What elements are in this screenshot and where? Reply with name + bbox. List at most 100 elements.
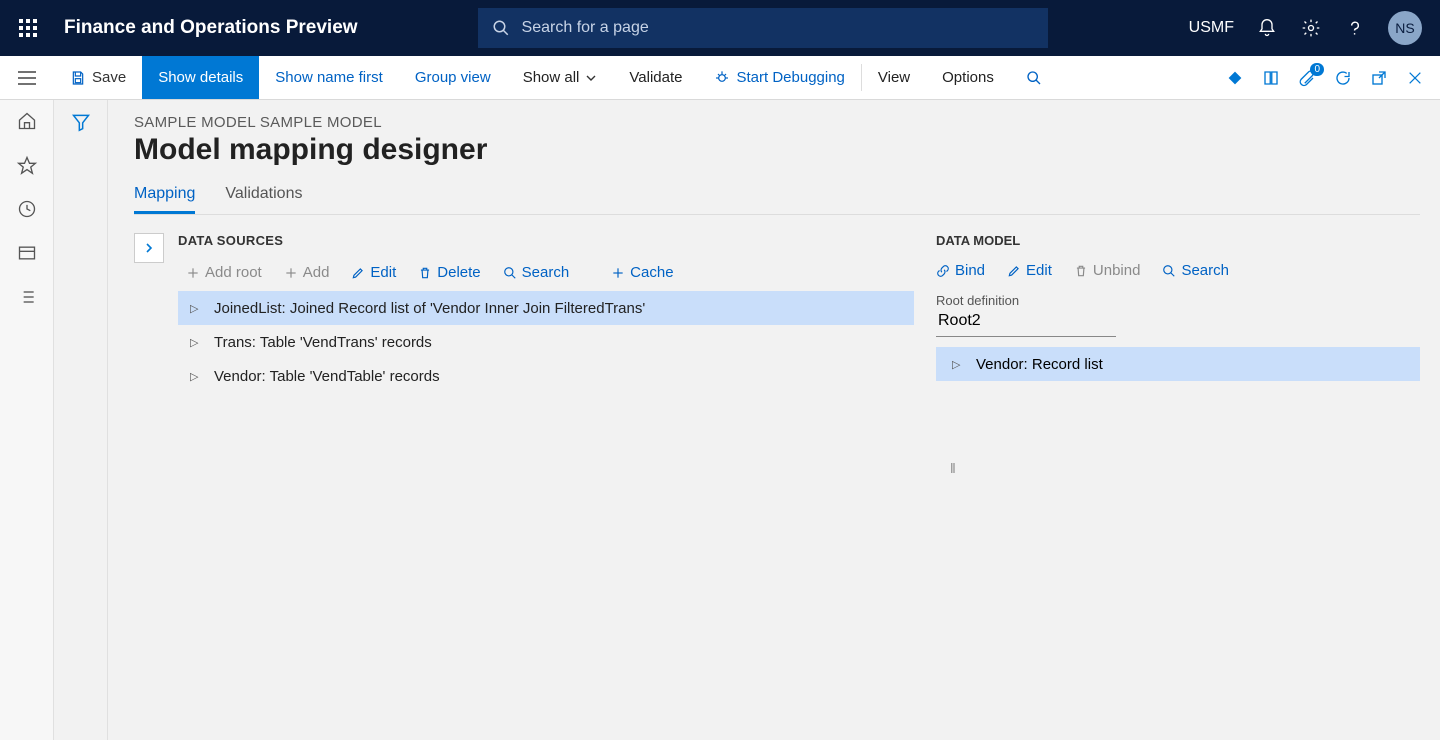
- app-launcher-button[interactable]: [8, 8, 48, 48]
- close-button[interactable]: [1404, 67, 1426, 89]
- help-button[interactable]: [1344, 17, 1366, 39]
- debug-icon: [714, 70, 730, 86]
- dm-search-button[interactable]: Search: [1162, 262, 1229, 279]
- popout-icon: [1370, 69, 1388, 87]
- personalize-button[interactable]: [1224, 67, 1246, 89]
- link-icon: [936, 264, 950, 278]
- tree-row-label: JoinedList: Joined Record list of 'Vendo…: [214, 300, 645, 317]
- tab-mapping[interactable]: Mapping: [134, 185, 195, 214]
- page-options-button[interactable]: [1260, 67, 1282, 89]
- hamburger-icon: [18, 71, 36, 85]
- legal-entity-picker[interactable]: USMF: [1189, 19, 1234, 37]
- show-details-button[interactable]: Show details: [142, 56, 259, 99]
- datasources-toolbar: Add root Add Edit: [178, 258, 914, 291]
- group-view-button[interactable]: Group view: [399, 56, 507, 99]
- trash-icon: [1074, 264, 1088, 278]
- root-definition-value[interactable]: Root2: [936, 308, 1116, 337]
- notifications-button[interactable]: [1256, 17, 1278, 39]
- bind-label: Bind: [955, 262, 985, 279]
- gear-icon: [1301, 18, 1321, 38]
- datamodel-title: DATA MODEL: [936, 233, 1420, 248]
- refresh-icon: [1334, 69, 1352, 87]
- action-pane: Save Show details Show name first Group …: [0, 56, 1440, 100]
- close-icon: [1407, 70, 1423, 86]
- diamond-icon: [1226, 69, 1244, 87]
- root-definition-label: Root definition: [936, 293, 1420, 308]
- nav-toggle-button[interactable]: [0, 56, 54, 99]
- nav-workspaces[interactable]: [16, 242, 38, 264]
- nav-modules[interactable]: [16, 286, 38, 308]
- filter-icon: [71, 112, 91, 132]
- plus-icon: [284, 266, 298, 280]
- save-button[interactable]: Save: [54, 56, 142, 99]
- tab-validations[interactable]: Validations: [225, 185, 302, 214]
- datamodel-panel: DATA MODEL Bind Edit Unbind: [936, 233, 1420, 739]
- tree-row-label: Vendor: Table 'VendTable' records: [214, 368, 440, 385]
- nav-recent[interactable]: [16, 198, 38, 220]
- search-button[interactable]: Search: [503, 264, 570, 281]
- search-icon: [503, 266, 517, 280]
- nav-home[interactable]: [16, 110, 38, 132]
- attachments-button[interactable]: 0: [1296, 67, 1318, 89]
- popout-button[interactable]: [1368, 67, 1390, 89]
- nav-favorites[interactable]: [16, 154, 38, 176]
- tree-row-label: Trans: Table 'VendTrans' records: [214, 334, 432, 351]
- delete-button[interactable]: Delete: [418, 264, 480, 281]
- page-title: Model mapping designer: [134, 133, 1420, 167]
- global-search-input[interactable]: Search for a page: [478, 8, 1048, 48]
- search-icon: [1162, 264, 1176, 278]
- cache-button[interactable]: Cache: [611, 264, 673, 281]
- show-name-first-button[interactable]: Show name first: [259, 56, 399, 99]
- book-icon: [1262, 69, 1280, 87]
- expand-caret-icon[interactable]: ▷: [190, 370, 200, 383]
- datasources-panel: DATA SOURCES Add root Add: [134, 233, 914, 739]
- show-all-dropdown[interactable]: Show all: [507, 56, 614, 99]
- settings-button[interactable]: [1300, 17, 1322, 39]
- plus-icon: [611, 266, 625, 280]
- pencil-icon: [351, 266, 365, 280]
- tree-row[interactable]: ▷ Trans: Table 'VendTrans' records: [178, 325, 914, 359]
- dm-edit-button[interactable]: Edit: [1007, 262, 1052, 279]
- options-menu[interactable]: Options: [926, 56, 1010, 99]
- add-label: Add: [303, 264, 330, 281]
- tree-row[interactable]: ▷ JoinedList: Joined Record list of 'Ven…: [178, 291, 914, 325]
- panel-splitter[interactable]: ‖: [950, 460, 956, 476]
- start-debugging-button[interactable]: Start Debugging: [698, 56, 860, 99]
- find-button[interactable]: [1010, 56, 1058, 99]
- attachments-badge: 0: [1310, 63, 1324, 76]
- tree-row[interactable]: ▷ Vendor: Table 'VendTable' records: [178, 359, 914, 393]
- cache-label: Cache: [630, 264, 673, 281]
- add-button[interactable]: Add: [284, 264, 330, 281]
- datamodel-row-label: Vendor: Record list: [976, 356, 1103, 373]
- validate-button[interactable]: Validate: [613, 56, 698, 99]
- expand-caret-icon[interactable]: ▷: [190, 336, 200, 349]
- collapse-types-button[interactable]: [134, 233, 164, 263]
- expand-caret-icon[interactable]: ▷: [952, 358, 962, 371]
- unbind-button[interactable]: Unbind: [1074, 262, 1141, 279]
- expand-caret-icon[interactable]: ▷: [190, 302, 200, 315]
- start-debugging-label: Start Debugging: [736, 69, 844, 86]
- home-icon: [17, 111, 37, 131]
- waffle-icon: [19, 19, 37, 37]
- bind-button[interactable]: Bind: [936, 262, 985, 279]
- user-avatar[interactable]: NS: [1388, 11, 1422, 45]
- dm-search-label: Search: [1181, 262, 1229, 279]
- page-tabs: Mapping Validations: [134, 185, 1420, 215]
- search-icon: [1026, 70, 1042, 86]
- view-menu[interactable]: View: [862, 56, 926, 99]
- expand-right-icon: [143, 242, 155, 254]
- workspace-icon: [17, 243, 37, 263]
- question-icon: [1345, 18, 1365, 38]
- datamodel-toolbar: Bind Edit Unbind Search: [936, 262, 1420, 279]
- search-placeholder: Search for a page: [522, 19, 649, 37]
- datasources-tree: ▷ JoinedList: Joined Record list of 'Ven…: [178, 291, 914, 393]
- plus-icon: [186, 266, 200, 280]
- add-root-button[interactable]: Add root: [186, 264, 262, 281]
- trash-icon: [418, 266, 432, 280]
- edit-button[interactable]: Edit: [351, 264, 396, 281]
- add-root-label: Add root: [205, 264, 262, 281]
- refresh-button[interactable]: [1332, 67, 1354, 89]
- filter-pane-toggle[interactable]: [54, 100, 108, 740]
- datamodel-row[interactable]: ▷ Vendor: Record list: [936, 347, 1420, 381]
- app-title: Finance and Operations Preview: [64, 17, 358, 39]
